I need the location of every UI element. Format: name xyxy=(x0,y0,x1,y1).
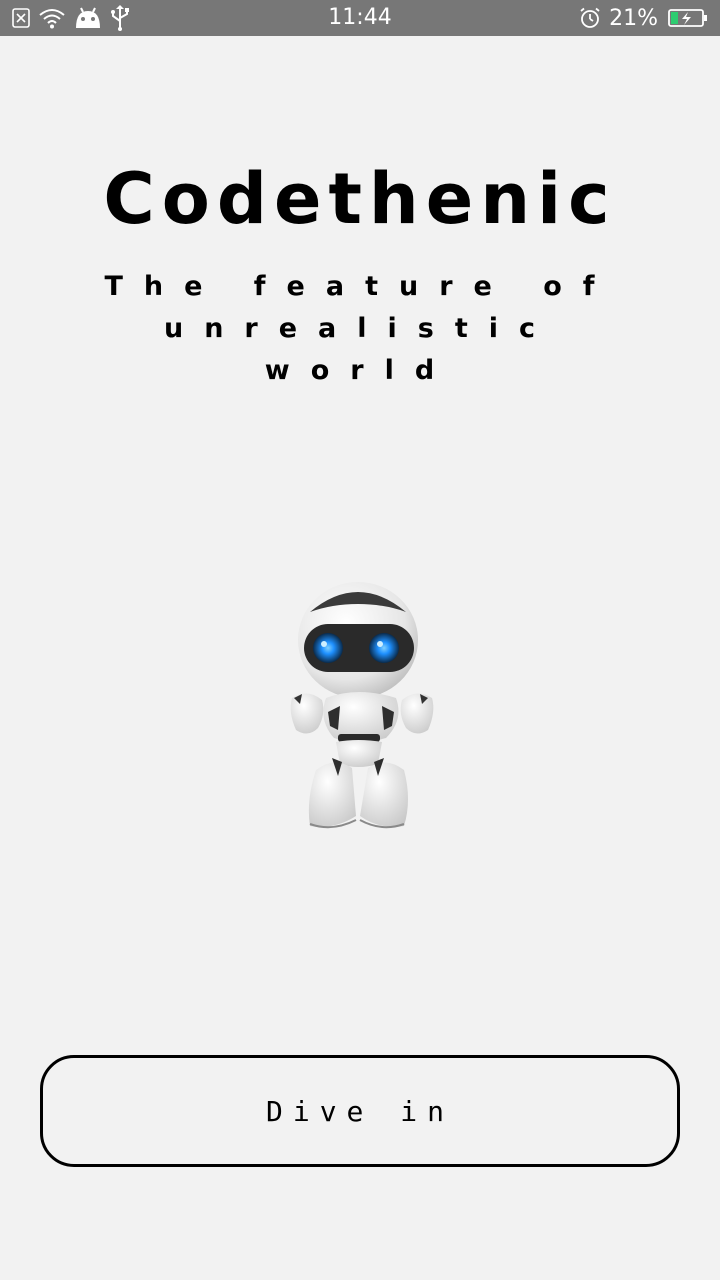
wifi-icon xyxy=(38,7,66,29)
battery-charging-icon xyxy=(668,8,708,28)
dive-in-button[interactable]: Dive in xyxy=(40,1055,680,1167)
robot-leg-left xyxy=(308,762,356,827)
app-subtitle: The feature of unrealistic world xyxy=(60,266,660,392)
android-icon xyxy=(74,6,102,30)
alarm-icon xyxy=(579,7,601,29)
battery-percentage: 21% xyxy=(609,5,658,31)
robot-illustration xyxy=(290,582,434,829)
status-right-icons: 21% xyxy=(579,6,708,31)
app-title: Codethenic xyxy=(103,158,617,240)
robot-eye-left xyxy=(313,633,343,663)
status-bar: 21% 11:44 xyxy=(0,0,720,36)
subtitle-line-1: The feature of xyxy=(104,271,616,302)
status-left-icons xyxy=(12,5,130,31)
subtitle-line-2: unrealistic world xyxy=(163,313,557,386)
robot-arm-right xyxy=(400,693,434,734)
robot-leg-right xyxy=(360,762,408,827)
no-sim-icon xyxy=(12,8,30,28)
robot-eye-right xyxy=(369,633,399,663)
usb-icon xyxy=(110,5,130,31)
